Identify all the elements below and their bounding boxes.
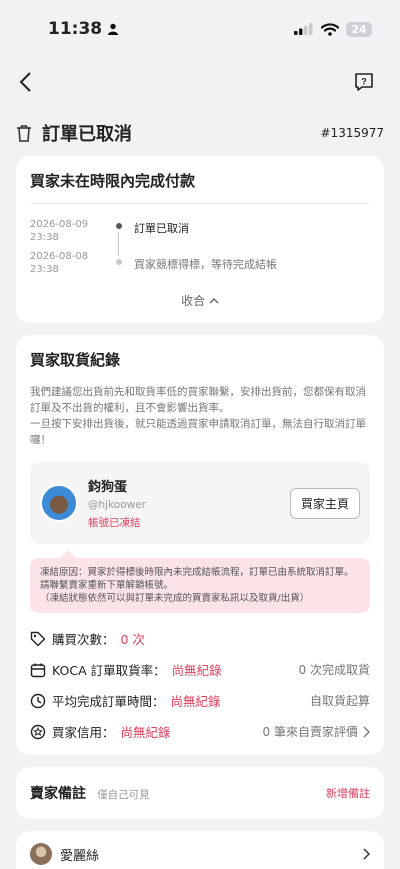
pickup-rate-value: 尚無紀錄 xyxy=(171,663,222,678)
tag-icon xyxy=(30,631,46,646)
freeze-reason-note: 凍結原因：買家於得標後時限內未完成結帳流程，訂單已由系統取消訂單。請聯繫賣家重新… xyxy=(30,550,370,613)
seller-name: 愛麗絲 xyxy=(60,848,100,864)
buyer-credit-row[interactable]: 買家信用： 尚無紀錄 0 筆來自賣家評價 xyxy=(30,722,370,741)
frozen-status: 帳號已凍結 xyxy=(88,517,141,529)
buyer-profile-box: 鈞狗蛋 @hjkoower 帳號已凍結 買家主頁 xyxy=(30,462,370,544)
purchase-count-row: 購買次數： 0 次 xyxy=(30,629,370,648)
avg-time-row: 平均完成訂單時間： 尚無紀錄 自取貨起算 xyxy=(30,691,370,710)
svg-text:?: ? xyxy=(361,77,367,87)
timeline-item: 2026-08-08 23:38 買家競標得標，等待完成結帳 xyxy=(30,250,370,276)
divider xyxy=(30,203,370,204)
pickup-rate-detail: 0 次完成取貨 xyxy=(298,663,370,677)
status-icons: 24 xyxy=(294,21,372,37)
purchase-count-value: 0 次 xyxy=(120,632,145,647)
buyer-credit-value: 尚無紀錄 xyxy=(120,725,171,740)
nav-bar: ? xyxy=(0,58,400,106)
buyer-name: 鈞狗蛋 xyxy=(88,480,128,495)
buyer-avatar[interactable] xyxy=(40,484,78,522)
freeze-reason-text: 凍結原因：買家於得標後時限內未完成結帳流程，訂單已由系統取消訂單。請聯繫賣家重新… xyxy=(40,567,354,604)
add-note-link[interactable]: 新增備註 xyxy=(326,785,370,801)
seller-note-subtitle: 僅自己可見 xyxy=(97,789,150,801)
status-bar: 11:38 24 xyxy=(0,0,400,58)
buyer-info: 鈞狗蛋 @hjkoower 帳號已凍結 xyxy=(88,476,290,530)
person-icon xyxy=(108,23,119,35)
timeline-date-day: 2026-08-09 xyxy=(30,219,89,230)
seller-user-card[interactable]: 愛麗絲 xyxy=(16,831,384,869)
buyer-home-button[interactable]: 買家主頁 xyxy=(289,487,360,519)
avg-time-value: 尚無紀錄 xyxy=(170,694,221,709)
buyer-credit-detail: 0 筆來自賣家評價 xyxy=(263,723,370,740)
timeline-date: 2026-08-08 23:38 xyxy=(30,250,110,276)
timeline-date-time: 23:38 xyxy=(30,264,59,275)
pickup-rate-label: KOCA 訂單取貨率： xyxy=(52,663,166,678)
battery-indicator: 24 xyxy=(346,21,372,37)
status-time: 11:38 xyxy=(48,19,103,39)
order-status-title: 訂單已取消 xyxy=(42,124,132,145)
cancel-reason-title: 買家未在時限內完成付款 xyxy=(30,172,196,190)
pickup-rate-row: KOCA 訂單取貨率： 尚無紀錄 0 次完成取貨 xyxy=(30,660,370,679)
seller-note-title: 賣家備註 xyxy=(30,786,86,802)
order-timeline: 2026-08-09 23:38 訂單已取消 2026-08-08 23:38 … xyxy=(30,218,370,276)
wifi-icon xyxy=(321,22,339,36)
order-title-group: 訂單已取消 xyxy=(16,120,132,146)
avg-time-detail: 自取貨起算 xyxy=(309,694,370,708)
timeline-dot-active xyxy=(116,223,122,229)
timeline-text: 訂單已取消 xyxy=(134,222,189,235)
buyer-credit-label: 買家信用： xyxy=(52,725,115,740)
timeline-date-day: 2026-08-08 xyxy=(30,251,89,262)
pickup-description: 我們建議您出貨前先和取貨率低的買家聯繫，安排出貨前，您都保有取消訂單及不出貨的權… xyxy=(30,384,370,448)
pickup-desc-2: 一旦按下安排出貨後，就只能透過買家申請取消訂單，無法自行取消訂單囉！ xyxy=(30,418,366,446)
timeline-date: 2026-08-09 23:38 xyxy=(30,218,110,244)
avg-time-label: 平均完成訂單時間： xyxy=(52,694,165,709)
pickup-desc-1: 我們建議您出貨前先和取貨率低的買家聯繫，安排出貨前，您都保有取消訂單及不出貨的權… xyxy=(30,386,366,414)
timeline-text: 買家競標得標，等待完成結帳 xyxy=(134,258,277,271)
collapse-label: 收合 xyxy=(181,294,206,308)
status-time-group: 11:38 xyxy=(48,19,119,39)
chevron-up-icon xyxy=(209,298,219,304)
collapse-toggle[interactable]: 收合 xyxy=(30,292,370,309)
back-arrow-icon[interactable] xyxy=(18,71,32,93)
order-number: #1315977 xyxy=(320,126,385,140)
buyer-credit-reviews: 0 筆來自賣家評價 xyxy=(262,725,358,739)
order-header: 訂單已取消 #1315977 xyxy=(0,106,400,156)
seller-note-card: 賣家備註 僅自己可見 新增備註 xyxy=(16,767,384,819)
seller-note-heading: 賣家備註 僅自己可見 xyxy=(30,783,150,803)
timeline-item: 2026-08-09 23:38 訂單已取消 xyxy=(30,218,370,244)
cancel-reason-card: 買家未在時限內完成付款 2026-08-09 23:38 訂單已取消 2026-… xyxy=(16,156,384,323)
signal-icon xyxy=(294,23,313,35)
buyer-pickup-card: 買家取貨紀錄 我們建議您出貨前先和取貨率低的買家聯繫，安排出貨前，您都保有取消訂… xyxy=(16,335,384,755)
pickup-title: 買家取貨紀錄 xyxy=(30,351,121,369)
chevron-right-icon xyxy=(363,848,370,860)
clock-icon xyxy=(30,693,46,708)
purchase-count-label: 購買次數： xyxy=(52,632,115,647)
help-icon[interactable]: ? xyxy=(354,72,374,92)
seller-avatar xyxy=(30,843,52,865)
star-badge-icon xyxy=(30,724,46,739)
chevron-right-icon xyxy=(363,726,370,737)
timeline-dot-inactive xyxy=(116,259,122,265)
calendar-icon xyxy=(30,663,46,677)
timeline-date-time: 23:38 xyxy=(30,232,59,243)
seller-user-row: 愛麗絲 xyxy=(30,843,370,865)
trash-icon xyxy=(17,125,31,142)
buyer-handle: @hjkoower xyxy=(88,499,146,511)
